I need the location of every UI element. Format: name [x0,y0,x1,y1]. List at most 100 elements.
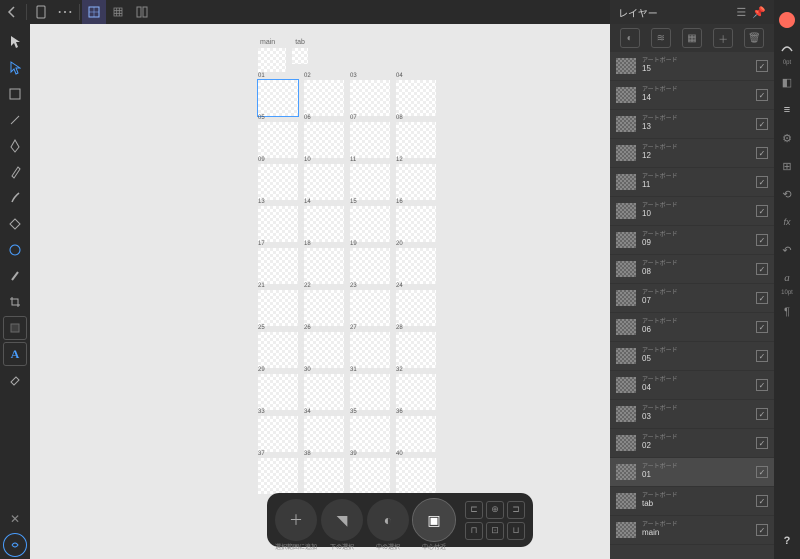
paragraph-button[interactable]: ¶ [777,302,797,322]
artboard-box[interactable] [304,248,344,284]
artboard-box[interactable] [304,164,344,200]
layer-delete-button[interactable]: 🗑 [744,28,764,48]
artboard-box[interactable] [350,206,390,242]
crop-tool[interactable] [3,290,27,314]
layer-visibility-checkbox[interactable]: ✓ [756,466,768,478]
artboard-box[interactable] [350,458,390,494]
layer-visibility-checkbox[interactable]: ✓ [756,350,768,362]
artboard-box[interactable] [304,122,344,158]
back-button[interactable] [0,0,24,24]
layer-row[interactable]: アートボード09✓ [610,226,774,255]
fill-tool[interactable] [3,212,27,236]
line-tool[interactable] [3,108,27,132]
color-swatch[interactable] [779,12,795,28]
artboard-box[interactable] [350,290,390,326]
artboard-cell[interactable]: 09 [258,164,298,200]
artboard-cell[interactable]: 15 [350,206,390,242]
artboard-cell[interactable]: 17 [258,248,298,284]
layer-row[interactable]: アートボード07✓ [610,284,774,313]
artboard-cell[interactable]: 10 [304,164,344,200]
artboard-cell[interactable]: 07 [350,122,390,158]
artboard-box[interactable] [350,332,390,368]
artboard-cell[interactable]: 16 [396,206,436,242]
artboard-cell[interactable]: 14 [304,206,344,242]
shape-tool[interactable] [3,82,27,106]
layer-visibility-checkbox[interactable]: ✓ [756,89,768,101]
stroke-button[interactable] [777,38,797,58]
layers-menu-icon[interactable]: ☰ [736,6,746,19]
apps-button[interactable]: ⊞ [777,156,797,176]
artboard-tab[interactable] [292,48,308,64]
brush-tool[interactable] [3,186,27,210]
snap-pixel-button[interactable] [82,0,106,24]
artboard-cell[interactable]: 19 [350,248,390,284]
artboard-cell[interactable]: 36 [396,416,436,452]
align-btn[interactable]: ⊏ [465,501,483,519]
artboard-box[interactable] [258,206,298,242]
node-tool[interactable] [3,56,27,80]
layer-visibility-checkbox[interactable]: ✓ [756,118,768,130]
layer-visibility-checkbox[interactable]: ✓ [756,437,768,449]
artboard-box[interactable] [396,416,436,452]
layer-visibility-checkbox[interactable]: ✓ [756,321,768,333]
gradient-tool[interactable] [3,238,27,262]
artboard-cell[interactable]: 11 [350,164,390,200]
close-tool[interactable]: ✕ [3,507,27,531]
artboard-box[interactable] [396,374,436,410]
layer-row[interactable]: アートボード03✓ [610,400,774,429]
artboard-box[interactable] [396,290,436,326]
artboard-box[interactable] [350,80,390,116]
artboard-cell[interactable]: 26 [304,332,344,368]
layer-row[interactable]: アートボード06✓ [610,313,774,342]
align-btn[interactable]: ⊡ [486,522,504,540]
artboard-box[interactable] [396,80,436,116]
artboard-cell[interactable]: 37 [258,458,298,494]
artboard-cell[interactable]: 24 [396,290,436,326]
artboard-box[interactable] [304,206,344,242]
artboard-cell[interactable]: 38 [304,458,344,494]
align-btn[interactable]: ⊔ [507,522,525,540]
artboard-cell[interactable]: 05 [258,122,298,158]
artboard-box[interactable] [396,332,436,368]
artboard-cell[interactable]: 06 [304,122,344,158]
adjust-button[interactable]: ⚙ [777,128,797,148]
layer-blend-button[interactable]: ≋ [651,28,671,48]
layer-visibility-checkbox[interactable]: ✓ [756,379,768,391]
artboard-box[interactable] [350,374,390,410]
layer-visibility-checkbox[interactable]: ✓ [756,176,768,188]
text-style-button[interactable]: a [777,268,797,288]
layer-row[interactable]: アートボード02✓ [610,429,774,458]
artboard-box[interactable] [304,458,344,494]
artboard-box[interactable] [258,80,298,116]
artboard-box[interactable] [396,458,436,494]
layer-row[interactable]: アートボード12✓ [610,139,774,168]
artboard-cell[interactable]: 35 [350,416,390,452]
artboard-cell[interactable]: 21 [258,290,298,326]
layer-row[interactable]: ▶アートボード01✓ [610,458,774,487]
artboard-cell[interactable]: 20 [396,248,436,284]
artboard-box[interactable] [350,248,390,284]
artboard-box[interactable] [258,290,298,326]
artboard-cell[interactable]: 27 [350,332,390,368]
artboard-cell[interactable]: 30 [304,374,344,410]
artboard-box[interactable] [258,416,298,452]
artboard-box[interactable] [396,164,436,200]
artboard-cell[interactable]: 31 [350,374,390,410]
artboard-box[interactable] [396,206,436,242]
artboard-box[interactable] [350,416,390,452]
canvas[interactable]: main tab 0102030405060708091011121314151… [30,24,610,559]
layer-opacity-button[interactable]: ◐ [620,28,640,48]
align-btn[interactable]: ⊓ [465,522,483,540]
artboard-cell[interactable]: 34 [304,416,344,452]
layers-pin-icon[interactable]: 📌 [752,6,766,19]
artboard-box[interactable] [396,248,436,284]
layer-row[interactable]: アートボードmain✓ [610,516,774,545]
artboard-box[interactable] [304,80,344,116]
layer-row[interactable]: アートボード15✓ [610,52,774,81]
layer-lock-button[interactable]: ▦ [682,28,702,48]
align-btn[interactable]: ⊐ [507,501,525,519]
align-btn[interactable]: ⊕ [486,501,504,519]
artboard-cell[interactable]: 03 [350,80,390,116]
layer-row[interactable]: アートボードtab✓ [610,487,774,516]
history-button[interactable]: ↶ [777,240,797,260]
